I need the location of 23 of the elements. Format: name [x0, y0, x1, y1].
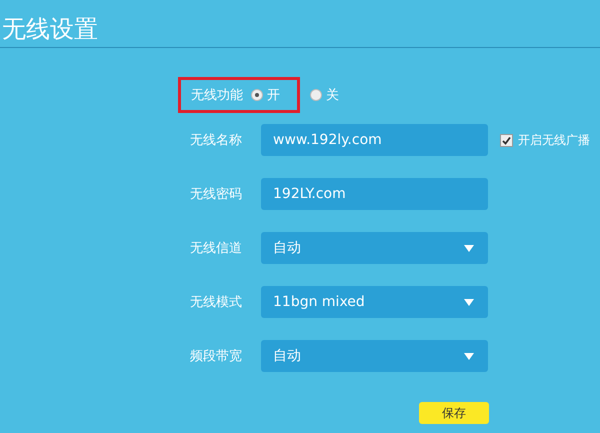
- dropdown-caret-icon: [464, 244, 474, 252]
- dropdown-caret-icon: [464, 298, 474, 306]
- save-button[interactable]: 保存: [419, 402, 489, 424]
- input-field[interactable]: www.192ly.com: [261, 124, 488, 156]
- dropdown[interactable]: 自动: [261, 232, 488, 264]
- field-label: 无线功能: [191, 87, 243, 104]
- field-label: 无线信道: [189, 240, 243, 257]
- radio-icon[interactable]: [251, 89, 263, 101]
- checkbox[interactable]: [500, 134, 513, 146]
- field-label: 无线密码: [189, 186, 243, 203]
- field-label: 无线名称: [189, 132, 243, 149]
- checkmark-icon: [502, 136, 511, 144]
- input-field[interactable]: 192LY.com: [261, 178, 488, 210]
- radio-option[interactable]: 开: [251, 86, 280, 104]
- checkbox-option[interactable]: 开启无线广播: [500, 132, 590, 148]
- page-title: 无线设置: [1, 14, 99, 45]
- field-label: 无线模式: [189, 294, 243, 311]
- dropdown[interactable]: 11bgn mixed: [261, 286, 488, 318]
- radio-option[interactable]: 关: [310, 86, 339, 104]
- field-label: 频段带宽: [189, 348, 243, 365]
- radio-icon[interactable]: [310, 89, 322, 101]
- dropdown-caret-icon: [464, 352, 474, 360]
- dropdown[interactable]: 自动: [261, 340, 488, 372]
